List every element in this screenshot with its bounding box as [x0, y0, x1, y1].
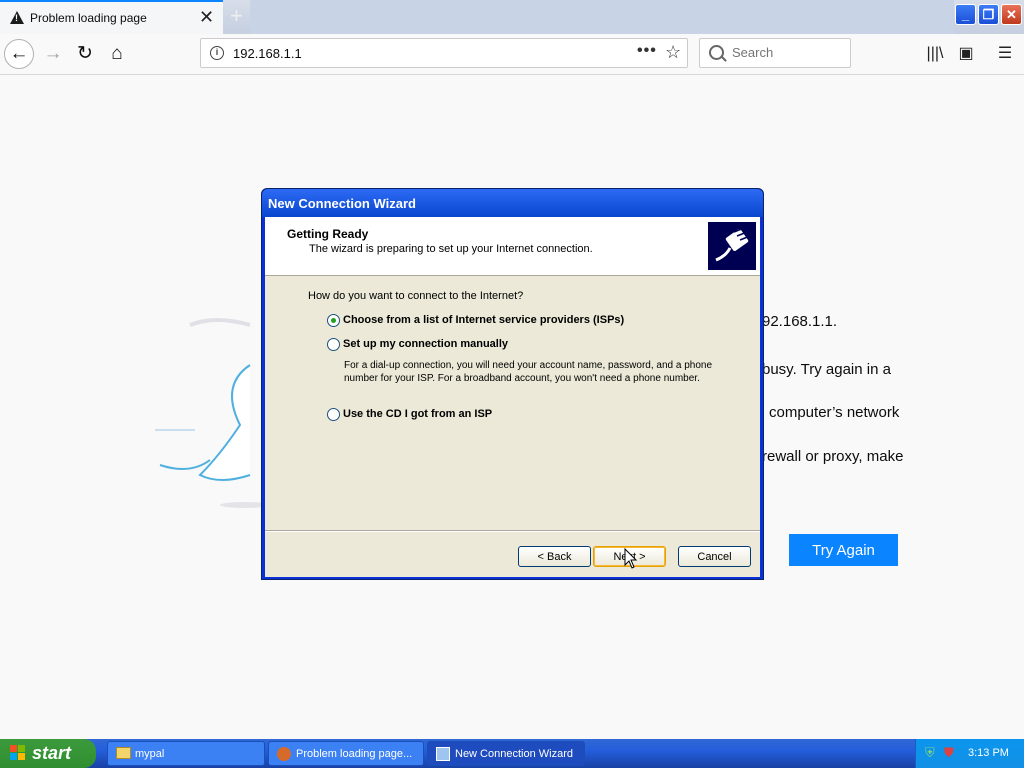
url-bar[interactable]: i 192.168.1.1 ••• ☆: [200, 38, 688, 68]
new-connection-wizard-dialog: New Connection Wizard Getting Ready The …: [261, 188, 764, 580]
tab-strip: Problem loading page ✕ + _ ❐ ✕: [0, 0, 1024, 34]
taskbar-item-mypal[interactable]: mypal: [107, 741, 265, 766]
taskbar: start mypal Problem loading page... New …: [0, 739, 1024, 768]
isp-cd-label[interactable]: Use the CD I got from an ISP: [343, 408, 492, 420]
wizard-header: Getting Ready The wizard is preparing to…: [265, 217, 760, 276]
taskbar-item-browser[interactable]: Problem loading page...: [268, 741, 424, 766]
windows-flag-icon: [10, 745, 25, 760]
wizard-header-title: Getting Ready: [287, 227, 369, 241]
try-again-button[interactable]: Try Again: [789, 534, 898, 566]
tab-close-icon[interactable]: ✕: [199, 8, 214, 26]
forward-arrow-icon[interactable]: →: [38, 39, 68, 69]
title-bar-area: [250, 0, 954, 34]
mouse-cursor-icon: [624, 548, 638, 569]
wizard-header-subtitle: The wizard is preparing to set up your I…: [309, 243, 593, 255]
page-actions-icon[interactable]: •••: [637, 42, 657, 60]
error-illustration: [155, 318, 270, 508]
error-text-line-3: computer’s network: [769, 404, 900, 421]
taskbar-item-label: Problem loading page...: [296, 748, 413, 760]
manual-setup-radio[interactable]: [327, 338, 340, 351]
search-input[interactable]: [730, 44, 844, 61]
bookmark-star-icon[interactable]: ☆: [665, 42, 681, 63]
folder-icon: [116, 747, 131, 759]
new-tab-plus-icon[interactable]: +: [230, 3, 243, 29]
reload-icon[interactable]: ↻: [70, 39, 100, 69]
connection-question: How do you want to connect to the Intern…: [308, 290, 524, 302]
taskbar-item-wizard[interactable]: New Connection Wizard: [427, 741, 585, 766]
browser-icon: [277, 747, 291, 761]
menu-icon[interactable]: ☰: [990, 39, 1020, 69]
sidebar-icon[interactable]: ▣: [951, 39, 981, 69]
network-cable-icon: [708, 222, 756, 270]
tab-problem-loading[interactable]: Problem loading page ✕: [0, 0, 223, 34]
wizard-icon: [436, 747, 450, 761]
start-button[interactable]: start: [0, 739, 96, 768]
search-bar[interactable]: [699, 38, 851, 68]
minimize-button[interactable]: _: [955, 4, 976, 25]
security-shield-icon[interactable]: ⛊: [944, 745, 958, 761]
cancel-button[interactable]: Cancel: [678, 546, 751, 567]
system-tray: ⛨ ⛊ 3:13 PM: [915, 739, 1024, 768]
taskbar-item-label: New Connection Wizard: [455, 748, 573, 760]
button-separator: [265, 530, 760, 532]
url-text[interactable]: 192.168.1.1: [233, 46, 302, 61]
back-arrow-icon[interactable]: ←: [4, 39, 34, 69]
error-text-line-1: 92.168.1.1.: [762, 313, 838, 330]
back-button[interactable]: < Back: [518, 546, 591, 567]
dialog-title: New Connection Wizard: [268, 196, 416, 211]
library-icon[interactable]: |||\: [920, 39, 950, 69]
clock[interactable]: 3:13 PM: [968, 747, 1009, 759]
warning-icon: [10, 11, 24, 24]
dialog-title-bar[interactable]: New Connection Wizard: [262, 189, 763, 217]
manual-setup-description: For a dial-up connection, you will need …: [344, 360, 713, 384]
network-tray-icon[interactable]: ⛨: [925, 745, 939, 761]
home-icon[interactable]: ⌂: [102, 39, 132, 69]
error-text-line-2: busy. Try again in a: [762, 361, 891, 378]
isp-list-label[interactable]: Choose from a list of Internet service p…: [343, 314, 624, 326]
isp-cd-radio[interactable]: [327, 408, 340, 421]
wizard-body: How do you want to connect to the Intern…: [265, 276, 760, 577]
manual-setup-label[interactable]: Set up my connection manually: [343, 338, 508, 350]
restore-button[interactable]: ❐: [978, 4, 999, 25]
search-icon: [709, 45, 724, 60]
navigation-toolbar: ← → ↻ ⌂ i 192.168.1.1 ••• ☆ |||\ ▣ ☰: [0, 34, 1024, 75]
error-text-line-4: rewall or proxy, make: [762, 448, 904, 465]
taskbar-item-label: mypal: [135, 748, 165, 760]
isp-list-radio[interactable]: [327, 314, 340, 327]
window-close-button[interactable]: ✕: [1001, 4, 1022, 25]
tab-title: Problem loading page: [30, 11, 147, 25]
start-label: start: [32, 743, 72, 763]
info-icon[interactable]: i: [210, 46, 224, 60]
